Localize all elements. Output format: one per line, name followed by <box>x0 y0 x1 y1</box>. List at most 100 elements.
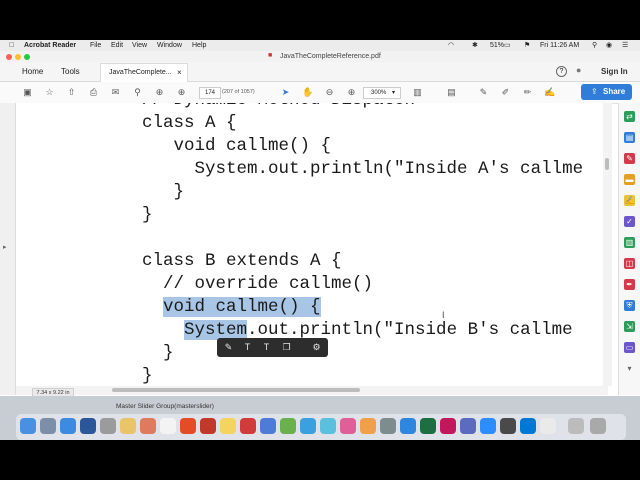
bell-icon[interactable]: ● <box>576 65 581 75</box>
app-store-2-icon[interactable] <box>400 418 416 434</box>
app-menu[interactable]: Acrobat Reader <box>24 41 76 50</box>
books-icon[interactable] <box>360 418 376 434</box>
bookmark-star-icon[interactable]: ☆ <box>44 87 55 98</box>
chrome-icon[interactable] <box>180 418 196 434</box>
zoom-select[interactable]: 300% ▾ <box>363 87 401 99</box>
draw-icon[interactable]: ✏ <box>522 87 533 98</box>
stickies-icon[interactable] <box>220 418 236 434</box>
menu-window[interactable]: Window <box>157 41 182 50</box>
wifi-icon[interactable]: ◠ <box>448 41 454 50</box>
tab-close-icon[interactable]: × <box>177 67 182 78</box>
sign-icon[interactable]: ✒ <box>624 279 635 290</box>
notification-center-icon[interactable]: ☰ <box>622 41 628 50</box>
sign-in-link[interactable]: Sign In <box>601 66 628 77</box>
menu-view[interactable]: View <box>132 41 147 50</box>
bluetooth-icon[interactable]: ✱ <box>472 41 478 50</box>
redact-icon[interactable]: ▭ <box>624 342 635 353</box>
finder-icon[interactable] <box>20 418 36 434</box>
previous-page-icon[interactable]: ⊕ <box>154 87 165 98</box>
flag-icon[interactable]: ⚑ <box>524 41 530 50</box>
app-icon[interactable] <box>440 418 456 434</box>
battery-icon[interactable]: ▭ <box>504 41 511 50</box>
upload-icon[interactable]: ⇧ <box>66 87 77 98</box>
minimize-window-button[interactable] <box>15 54 21 60</box>
menu-file[interactable]: File <box>90 41 101 50</box>
trash-icon[interactable] <box>590 418 606 434</box>
vscode-icon[interactable] <box>520 418 536 434</box>
siri-icon[interactable]: ◉ <box>606 41 612 50</box>
terminal-icon[interactable] <box>500 418 516 434</box>
powerpoint-icon[interactable] <box>240 418 256 434</box>
safari-icon[interactable] <box>60 418 76 434</box>
menu-help[interactable]: Help <box>192 41 206 50</box>
menu-edit[interactable]: Edit <box>111 41 123 50</box>
edit-pdf-icon[interactable]: ✎ <box>624 153 635 164</box>
calendar-date-icon[interactable] <box>160 418 176 434</box>
app-store-icon[interactable] <box>260 418 276 434</box>
tab-home[interactable]: Home <box>22 64 43 79</box>
fit-page-icon[interactable]: ▥ <box>412 87 423 98</box>
expand-panel-icon[interactable]: ▸ <box>3 243 7 251</box>
scroll-mode-icon[interactable]: ▤ <box>446 87 457 98</box>
copy-icon[interactable]: ❐ <box>281 342 292 353</box>
photos-app-icon[interactable] <box>100 418 116 434</box>
zoom-app-icon[interactable] <box>480 418 496 434</box>
share-button[interactable]: ⇪ Share <box>581 84 632 100</box>
fill-sign-icon[interactable]: ✍ <box>544 87 555 98</box>
zoom-out-icon[interactable]: ⊖ <box>324 87 335 98</box>
export-pdf-icon[interactable]: ⇄ <box>624 111 635 122</box>
acrobat-icon[interactable] <box>200 418 216 434</box>
apple-icon[interactable]:  <box>9 41 14 50</box>
notes-icon[interactable] <box>120 418 136 434</box>
more-tools-chevron-icon[interactable]: ▾ <box>624 363 635 374</box>
document-icon[interactable] <box>540 418 556 434</box>
grid-app-icon[interactable] <box>460 418 476 434</box>
launchpad-icon[interactable] <box>40 418 56 434</box>
horizontal-scrollbar[interactable] <box>16 386 608 395</box>
word-icon[interactable] <box>80 418 96 434</box>
print-icon[interactable]: ⎙ <box>88 87 99 98</box>
system-preferences-icon[interactable] <box>380 418 396 434</box>
vertical-scroll-thumb[interactable] <box>605 158 609 170</box>
calendar-icon[interactable] <box>140 418 156 434</box>
facetime-icon[interactable] <box>280 418 296 434</box>
create-pdf-icon[interactable]: ▤ <box>624 132 635 143</box>
save-icon[interactable]: ▣ <box>22 87 33 98</box>
search-icon[interactable]: ⚲ <box>592 41 597 50</box>
photos-icon[interactable] <box>320 418 336 434</box>
send-for-review-icon[interactable]: ✓ <box>624 216 635 227</box>
excel-icon[interactable] <box>420 418 436 434</box>
compress-icon[interactable]: ⇲ <box>624 321 635 332</box>
messages-icon[interactable] <box>300 418 316 434</box>
close-window-button[interactable] <box>6 54 12 60</box>
find-icon[interactable]: ⚲ <box>132 87 143 98</box>
fill-sign-tool-icon[interactable]: ✍ <box>624 195 635 206</box>
selected-text[interactable]: void callme() { <box>163 297 321 317</box>
hand-tool-icon[interactable]: ✋ <box>302 87 313 98</box>
highlight-icon[interactable]: ✎ <box>223 342 234 353</box>
downloads-icon[interactable] <box>568 418 584 434</box>
more-tools-icon[interactable]: ⚙ <box>311 342 322 353</box>
underline-icon[interactable]: T <box>261 342 272 353</box>
comment-icon[interactable]: ✎ <box>478 87 489 98</box>
organize-pages-icon[interactable]: ◫ <box>624 258 635 269</box>
page-number-input[interactable]: 174 <box>199 87 221 99</box>
strikethrough-icon[interactable]: T <box>242 342 253 353</box>
selected-text[interactable]: System <box>184 320 248 340</box>
zoom-window-button[interactable] <box>24 54 30 60</box>
select-tool-icon[interactable]: ➤ <box>280 87 291 98</box>
tab-tools[interactable]: Tools <box>61 64 80 79</box>
help-icon[interactable]: ? <box>556 66 567 77</box>
protect-icon[interactable]: ⛨ <box>624 300 635 311</box>
music-icon[interactable] <box>340 418 356 434</box>
next-page-icon[interactable]: ⊕ <box>176 87 187 98</box>
comment-tool-icon[interactable]: ▬ <box>624 174 635 185</box>
combine-files-icon[interactable]: ▥ <box>624 237 635 248</box>
menubar-clock[interactable]: Fri 11:26 AM <box>540 41 579 50</box>
tab-document[interactable]: JavaTheComplete... × <box>100 63 188 82</box>
zoom-in-icon[interactable]: ⊕ <box>346 87 357 98</box>
highlight-pen-icon[interactable]: ✐ <box>500 87 511 98</box>
email-icon[interactable]: ✉ <box>110 87 121 98</box>
vertical-scrollbar[interactable] <box>603 103 612 386</box>
horizontal-scroll-thumb[interactable] <box>112 388 360 392</box>
